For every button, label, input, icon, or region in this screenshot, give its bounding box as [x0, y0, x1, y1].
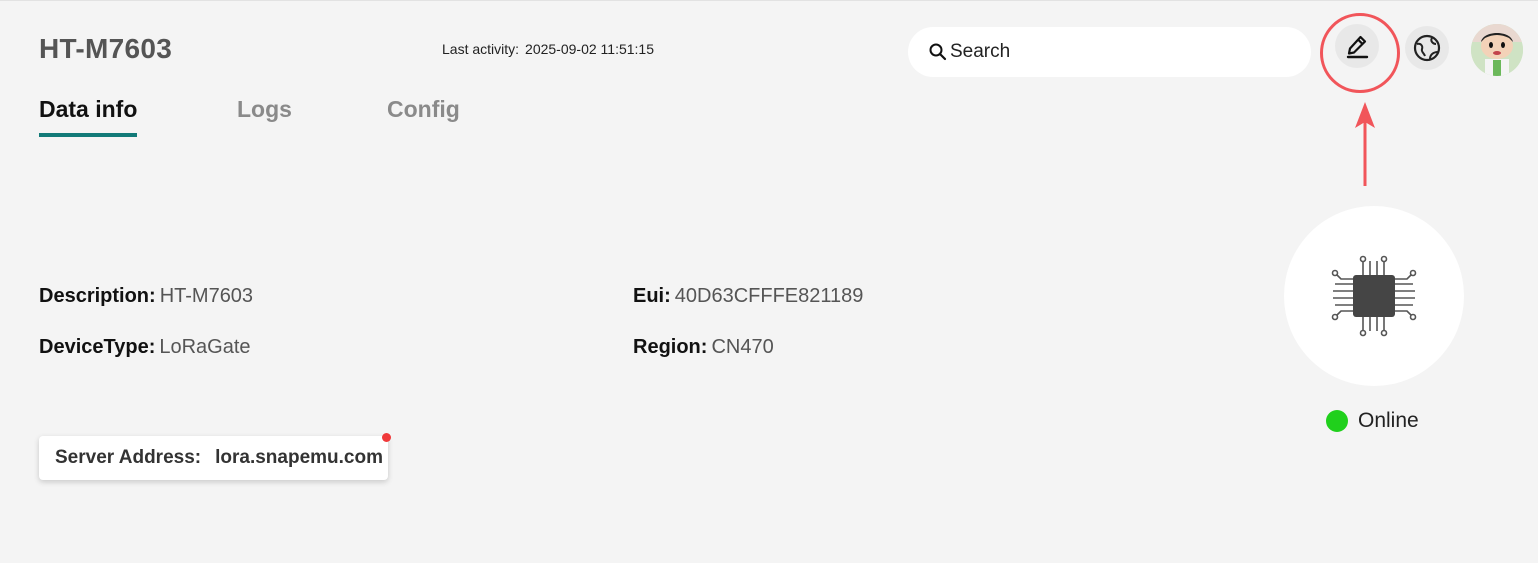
- status-indicator: Online: [1326, 409, 1419, 433]
- description-label: Description:: [39, 285, 156, 307]
- last-activity-label: Last activity:: [442, 41, 520, 57]
- region-value: CN470: [711, 336, 774, 358]
- search-icon: [929, 43, 947, 61]
- region-label: Region:: [633, 336, 708, 358]
- tab-config[interactable]: Config: [387, 96, 460, 133]
- tab-logs[interactable]: Logs: [237, 96, 292, 133]
- description-field: Description: HT-M7603: [39, 285, 253, 308]
- notification-dot: [382, 433, 391, 442]
- avatar-image: [1471, 24, 1523, 76]
- avatar[interactable]: [1471, 24, 1523, 76]
- search-bar[interactable]: [908, 27, 1311, 77]
- devicetype-label: DeviceType:: [39, 336, 156, 358]
- top-divider: [0, 0, 1538, 1]
- last-activity-value: 2025-09-02 11:51:15: [525, 41, 654, 57]
- tab-bar: Data info Logs Config: [39, 96, 460, 137]
- devicetype-field: DeviceType: LoRaGate: [39, 336, 251, 359]
- tab-data-info[interactable]: Data info: [39, 96, 138, 137]
- region-field: Region: CN470: [633, 336, 774, 359]
- status-text: Online: [1358, 409, 1419, 432]
- language-button[interactable]: [1405, 26, 1449, 70]
- device-image: [1284, 206, 1464, 386]
- edit-button[interactable]: [1335, 24, 1379, 68]
- eui-value: 40D63CFFFE821189: [674, 285, 864, 307]
- chip-icon: [1331, 255, 1417, 337]
- pencil-icon: [1346, 35, 1369, 59]
- devicetype-value: LoRaGate: [159, 336, 251, 358]
- status-dot: [1326, 410, 1348, 432]
- server-address-label: Server Address:: [55, 447, 202, 468]
- annotation-arrow: [1355, 102, 1375, 186]
- server-address-value: lora.snapemu.com: [215, 447, 383, 468]
- description-value: HT-M7603: [159, 285, 254, 307]
- globe-icon: [1413, 34, 1441, 62]
- server-address-card[interactable]: Server Address: lora.snapemu.com: [39, 436, 388, 480]
- page-title: HT-M7603: [39, 33, 173, 64]
- eui-label: Eui:: [633, 285, 671, 307]
- search-input[interactable]: [948, 40, 1282, 64]
- eui-field: Eui: 40D63CFFFE821189: [633, 285, 863, 308]
- last-activity: Last activity: 2025-09-02 11:51:15: [442, 41, 654, 57]
